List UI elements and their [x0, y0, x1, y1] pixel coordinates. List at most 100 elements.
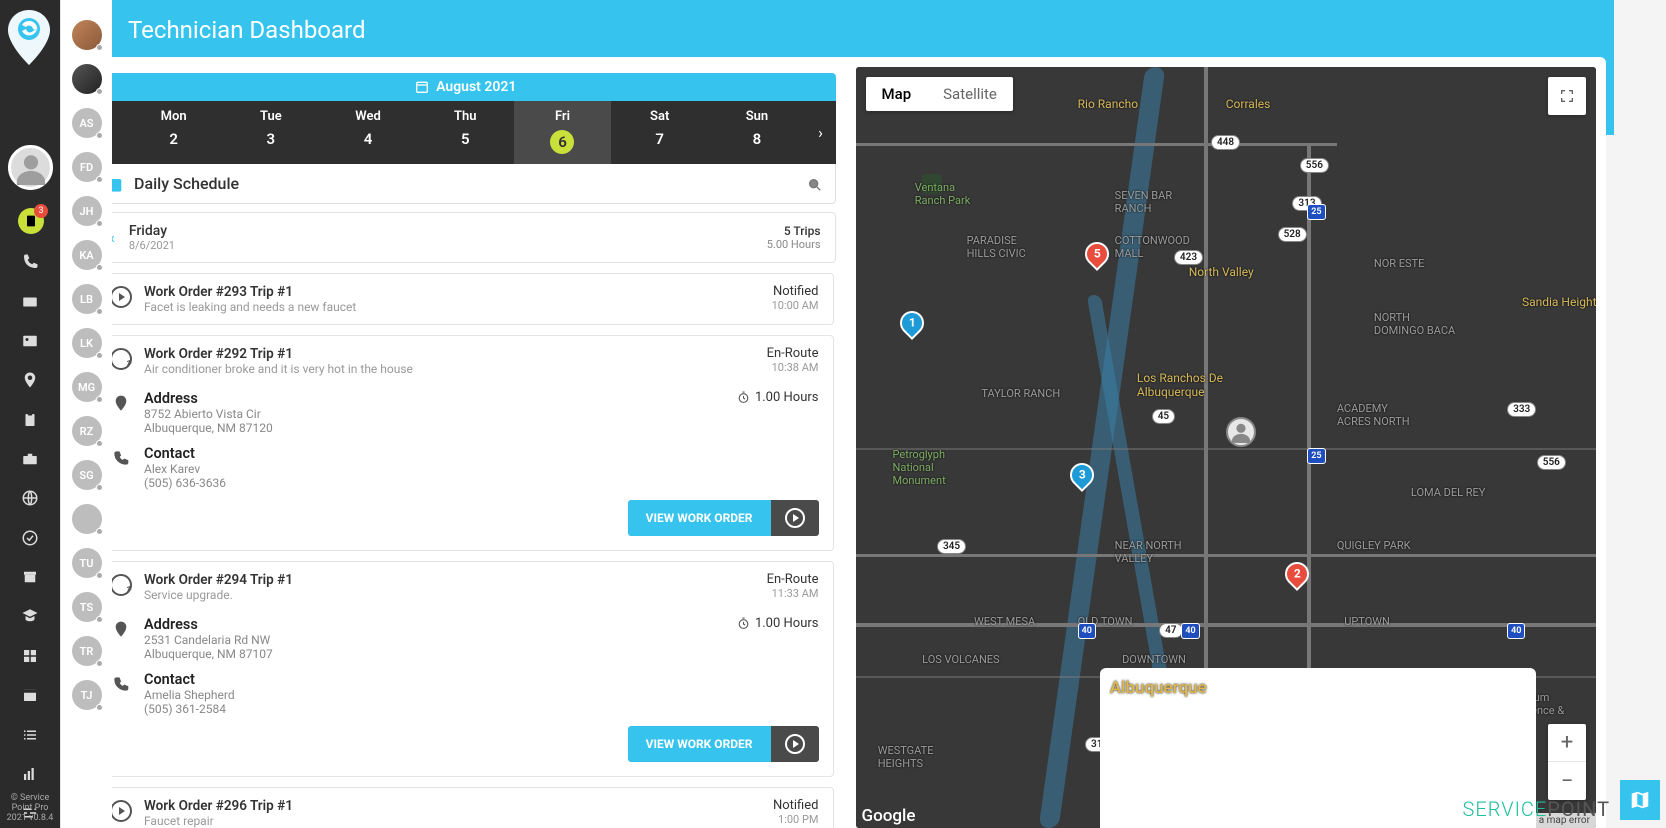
map-pin[interactable]: 5: [1080, 237, 1114, 271]
map-label: DOWNTOWN: [1122, 653, 1186, 666]
play-icon: [110, 286, 132, 308]
nav-phone-icon[interactable]: [15, 248, 45, 277]
route-shield: 45: [1152, 409, 1175, 424]
map-user-pin[interactable]: [1226, 417, 1256, 447]
map-zoom: + −: [1548, 724, 1586, 800]
hours-total: 5.00 Hours: [767, 238, 821, 251]
nav-archive-icon[interactable]: [15, 562, 45, 591]
route-shield: 556: [1300, 158, 1329, 173]
nav-location-icon[interactable]: [15, 366, 45, 395]
map-label: WESTGATEHEIGHTS: [878, 744, 934, 770]
contact-phone: (505) 636-3636: [144, 476, 226, 490]
work-order-card[interactable]: Work Order #293 Trip #1 Facet is leaking…: [95, 273, 834, 325]
copyright: © Service Point Pro 2021 v0.8.4: [4, 794, 56, 824]
start-trip-button[interactable]: [771, 500, 819, 536]
user-avatar[interactable]: SG: [72, 460, 102, 490]
search-icon[interactable]: [807, 174, 823, 193]
work-order-card[interactable]: Work Order #296 Trip #1 Faucet repair No…: [95, 787, 834, 828]
user-avatar[interactable]: KA: [72, 240, 102, 270]
day-cell[interactable]: Sun8: [708, 101, 805, 164]
main-content: August 2021 ‹ Mon2Tue3Wed4Thu5Fri6Sat7Su…: [85, 57, 1606, 828]
corner-map-button[interactable]: [1620, 780, 1660, 820]
nav-list-icon[interactable]: [15, 720, 45, 749]
phone-icon: [110, 673, 132, 692]
user-avatar[interactable]: TU: [72, 548, 102, 578]
nav-grid-icon[interactable]: [15, 641, 45, 670]
user-avatar[interactable]: TJ: [72, 680, 102, 710]
user-avatar[interactable]: FD: [72, 152, 102, 182]
user-avatar[interactable]: LK: [72, 328, 102, 358]
user-avatar[interactable]: LB: [72, 284, 102, 314]
work-order-card[interactable]: Work Order #292 Trip #1 Air conditioner …: [95, 335, 834, 551]
map-label: LOS VOLCANES: [922, 653, 999, 666]
view-work-order-button[interactable]: VIEW WORK ORDER: [628, 726, 771, 762]
contact-label: Contact: [144, 671, 235, 688]
schedule-column: August 2021 ‹ Mon2Tue3Wed4Thu5Fri6Sat7Su…: [95, 67, 836, 828]
current-user-avatar[interactable]: [8, 145, 53, 190]
nav-briefcase-icon[interactable]: [15, 444, 45, 473]
duration: 1.00 Hours: [737, 390, 819, 405]
contact-name: Amelia Shepherd: [144, 688, 235, 702]
map-label: NEAR NORTHVALLEY: [1115, 539, 1182, 565]
map-label: Rio Rancho: [1078, 97, 1138, 111]
duration: 1.00 Hours: [737, 616, 819, 631]
map-label: North Valley: [1189, 265, 1254, 279]
user-avatar[interactable]: [72, 64, 102, 94]
route-shield: 345: [937, 539, 966, 554]
address-line1: 2531 Candelaria Rd NW: [144, 633, 273, 647]
map-fullscreen[interactable]: [1548, 77, 1586, 115]
nav-image-icon[interactable]: [15, 326, 45, 355]
map-surface[interactable]: Rio RanchoCorralesVentanaRanch ParkPARAD…: [856, 67, 1597, 828]
nav-check-icon[interactable]: [15, 523, 45, 552]
address-line2: Albuquerque, NM 87107: [144, 647, 273, 661]
day-cell[interactable]: Thu5: [417, 101, 514, 164]
map-zoom-out[interactable]: −: [1548, 762, 1586, 800]
work-order-card[interactable]: Work Order #294 Trip #1 Service upgrade.…: [95, 561, 834, 777]
week-next[interactable]: ›: [806, 101, 836, 164]
map-type-map[interactable]: Map: [866, 77, 928, 111]
user-avatar[interactable]: [72, 504, 102, 534]
work-order-status: En-Route: [767, 346, 819, 361]
user-avatar[interactable]: [72, 20, 102, 50]
notification-badge[interactable]: 3: [18, 208, 44, 234]
map-pin[interactable]: 1: [895, 306, 929, 340]
day-cell[interactable]: Tue3: [222, 101, 319, 164]
google-logo: Google: [862, 806, 916, 826]
interstate-shield: 40: [1181, 623, 1199, 639]
user-avatar[interactable]: RZ: [72, 416, 102, 446]
day-cell[interactable]: Mon2: [125, 101, 222, 164]
view-work-order-button[interactable]: VIEW WORK ORDER: [628, 500, 771, 536]
work-order-desc: Air conditioner broke and it is very hot…: [144, 362, 755, 376]
phone-icon: [110, 447, 132, 466]
map-label: SEVEN BARRANCH: [1115, 189, 1172, 215]
day-cell[interactable]: Wed4: [319, 101, 416, 164]
start-trip-button[interactable]: [771, 726, 819, 762]
map-label: Los Ranchos DeAlbuquerque: [1137, 371, 1223, 399]
user-avatar[interactable]: JH: [72, 196, 102, 226]
user-avatar[interactable]: TS: [72, 592, 102, 622]
user-avatar[interactable]: AS: [72, 108, 102, 138]
map[interactable]: Rio RanchoCorralesVentanaRanch ParkPARAD…: [856, 67, 1597, 828]
map-type-satellite[interactable]: Satellite: [927, 77, 1013, 111]
user-avatar[interactable]: TR: [72, 636, 102, 666]
route-shield: 333: [1507, 402, 1536, 417]
map-label: VentanaRanch Park: [915, 181, 971, 207]
map-label: PetroglyphNationalMonument: [893, 448, 946, 487]
nav-education-icon[interactable]: [15, 602, 45, 631]
location-icon: [110, 618, 132, 637]
nav-globe-icon[interactable]: [15, 484, 45, 513]
map-label: QUIGLEY PARK: [1337, 539, 1411, 552]
day-cell[interactable]: Fri6: [514, 101, 611, 164]
day-cell[interactable]: Sat7: [611, 101, 708, 164]
nav-clipboard-icon[interactable]: [15, 405, 45, 434]
work-order-time: 10:00 AM: [772, 299, 819, 312]
week-row: ‹ Mon2Tue3Wed4Thu5Fri6Sat7Sun8 ›: [95, 101, 836, 164]
user-avatar[interactable]: MG: [72, 372, 102, 402]
day-summary: ‹ Friday 8/6/2021 5 Trips 5.00 Hours: [95, 212, 836, 263]
page-title: Technician Dashboard: [128, 16, 366, 44]
map-zoom-in[interactable]: +: [1548, 724, 1586, 762]
nav-chart-icon[interactable]: [15, 759, 45, 788]
nav-calendar-icon[interactable]: [15, 681, 45, 710]
nav-card-icon[interactable]: [15, 287, 45, 316]
map-label: Sandia Heights: [1522, 295, 1596, 309]
